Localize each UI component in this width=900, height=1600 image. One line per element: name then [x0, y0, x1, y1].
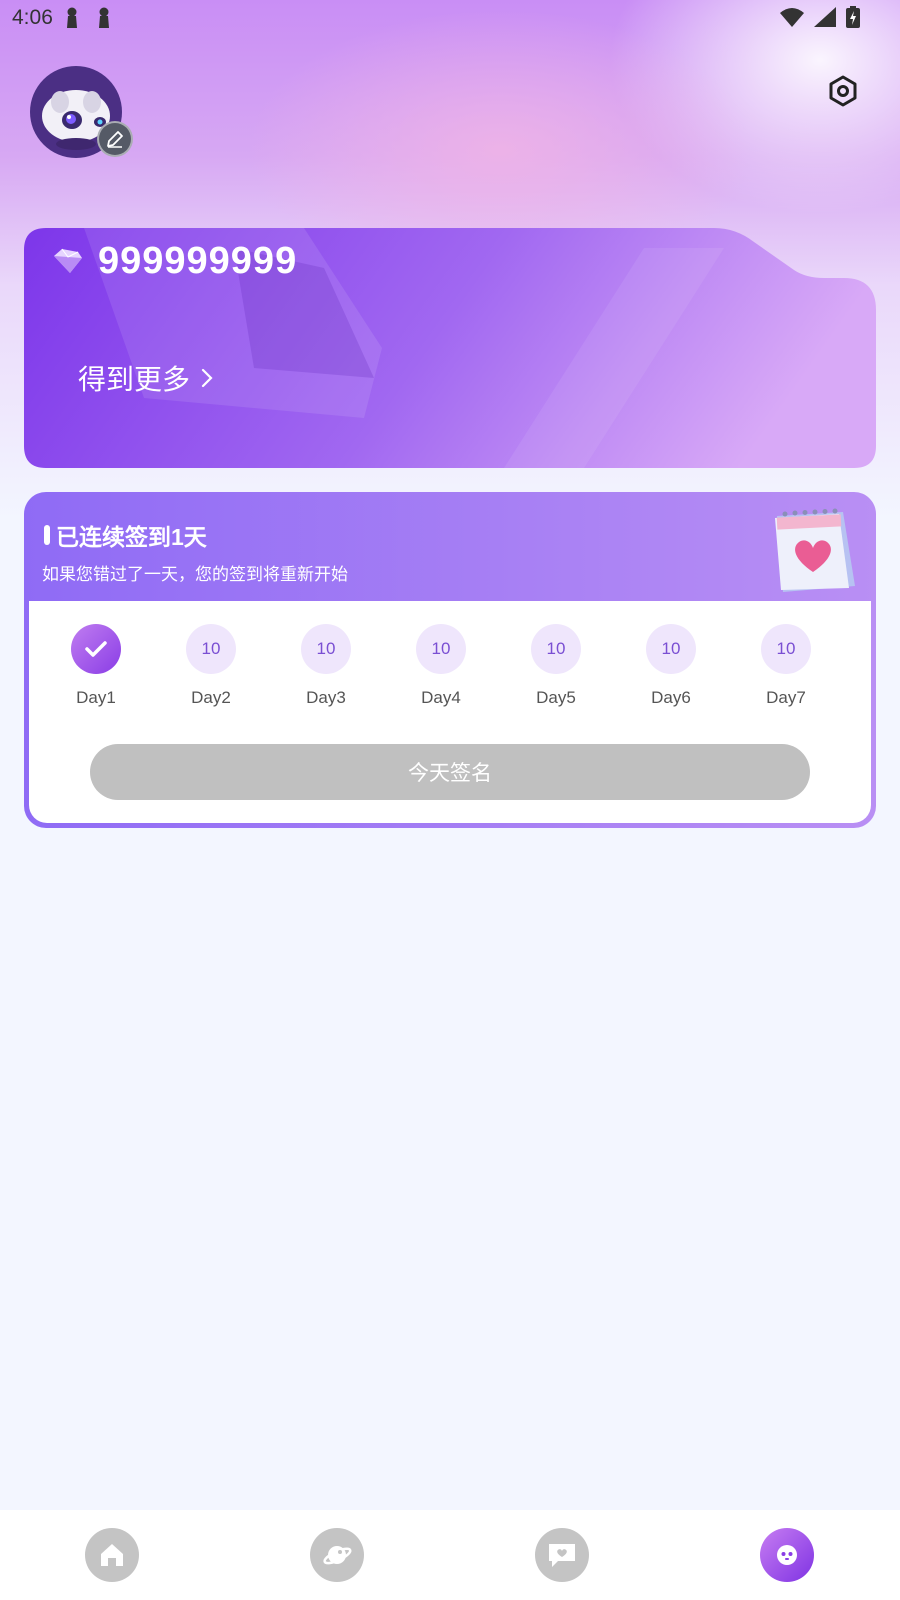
edit-icon — [107, 131, 123, 148]
signal-icon — [814, 7, 836, 27]
nav-discover[interactable] — [310, 1528, 364, 1582]
battery-icon — [846, 6, 860, 28]
day-reward: 10 — [301, 624, 351, 674]
day-reward: 10 — [416, 624, 466, 674]
status-time: 4:06 — [12, 6, 53, 29]
gem-balance: 999999999 — [98, 240, 298, 282]
notification-icon — [67, 7, 77, 28]
day-reward: 10 — [646, 624, 696, 674]
home-icon — [101, 1544, 123, 1566]
bottom-navigation — [0, 1510, 900, 1600]
chevron-right-icon — [201, 368, 213, 388]
signin-streak-title: 已连续签到1天 — [56, 524, 207, 550]
planet-icon — [323, 1546, 352, 1565]
nav-messages[interactable] — [535, 1528, 589, 1582]
calendar-heart-icon — [775, 508, 855, 592]
get-more-label: 得到更多 — [78, 364, 191, 395]
nav-home[interactable] — [85, 1528, 139, 1582]
signin-day: 10 Day5 — [516, 624, 596, 708]
day-reward: 10 — [761, 624, 811, 674]
check-icon — [85, 641, 107, 657]
notification-icon — [99, 7, 109, 28]
nav-profile[interactable] — [760, 1528, 814, 1582]
gem-icon — [54, 248, 82, 273]
day-label: Day4 — [421, 688, 461, 707]
status-bar: 4:06 — [0, 0, 900, 36]
signin-day: 10 Day7 — [746, 624, 826, 708]
sign-in-today-button[interactable]: 今天签名 — [90, 744, 810, 800]
day-label: Day7 — [766, 688, 806, 707]
signin-day: 10 Day4 — [401, 624, 481, 708]
day-reward: 10 — [531, 624, 581, 674]
profile-mascot-icon — [777, 1545, 797, 1565]
title-accent-bar — [44, 525, 50, 545]
daily-signin-card: 已连续签到1天 如果您错过了一天，您的签到将重新开始 Day1 10 Day2 … — [24, 492, 876, 828]
day-label: Day5 — [536, 688, 576, 707]
signin-days: Day1 10 Day2 10 Day3 10 Day4 10 Day5 10 … — [24, 624, 876, 724]
day-reward: 10 — [186, 624, 236, 674]
day-label: Day6 — [651, 688, 691, 707]
signin-day: 10 Day6 — [631, 624, 711, 708]
settings-icon[interactable] — [826, 74, 860, 108]
signin-day: Day1 — [56, 624, 136, 708]
wifi-icon — [780, 8, 804, 27]
signin-day: 10 Day3 — [286, 624, 366, 708]
day-label: Day3 — [306, 688, 346, 707]
day-label: Day1 — [76, 688, 116, 707]
signin-subtitle: 如果您错过了一天，您的签到将重新开始 — [42, 565, 348, 584]
edit-avatar-button[interactable] — [97, 121, 133, 157]
chat-heart-icon — [549, 1544, 575, 1567]
day-checked-badge — [71, 624, 121, 674]
signin-day: 10 Day2 — [171, 624, 251, 708]
day-label: Day2 — [191, 688, 231, 707]
get-more-button[interactable]: 得到更多 — [78, 358, 214, 398]
